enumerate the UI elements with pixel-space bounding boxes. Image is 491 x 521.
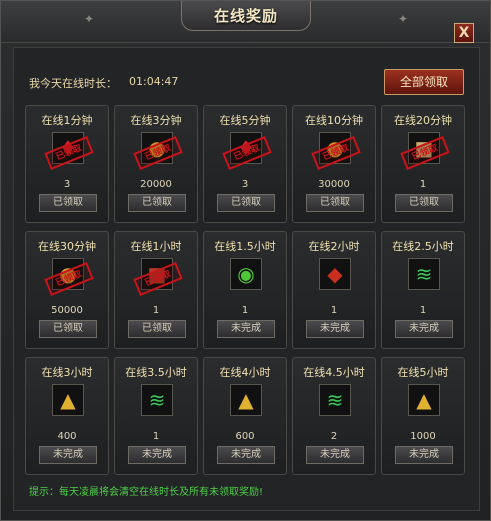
item-quantity: 1 xyxy=(419,179,427,190)
ornament-icon: ✦ xyxy=(397,12,409,26)
reward-status-button[interactable]: 已领取 xyxy=(39,194,97,212)
item-quantity: 50000 xyxy=(51,305,83,316)
green-scroll-icon: ≋ xyxy=(148,388,166,412)
reward-card-title: 在线3.5小时 xyxy=(125,366,187,379)
reward-card: 在线5小时 ▲ 1000 未完成 xyxy=(381,357,465,475)
item-quantity: 1 xyxy=(241,305,249,316)
reward-status-button[interactable]: 已领取 xyxy=(306,194,364,212)
reward-status-button[interactable]: 未完成 xyxy=(128,446,186,464)
reward-card-title: 在线30分钟 xyxy=(38,240,96,253)
item-quantity: 20000 xyxy=(140,179,172,190)
claim-all-button[interactable]: 全部领取 xyxy=(384,69,464,95)
gold-ingot-icon: ▲ xyxy=(238,388,254,412)
reward-card-title: 在线4小时 xyxy=(219,366,271,379)
reward-card-title: 在线3小时 xyxy=(41,366,93,379)
reward-card: 在线3小时 ▲ 400 未完成 xyxy=(25,357,109,475)
reward-card: 在线10分钟 ● 已领取 30000 已领取 xyxy=(292,105,376,223)
reward-status-button[interactable]: 未完成 xyxy=(217,320,275,338)
item-quantity: 3 xyxy=(241,179,249,190)
item-slot[interactable]: ◉ xyxy=(230,258,262,290)
ornament-icon: ✦ xyxy=(83,12,95,26)
online-rewards-window: 在线奖励 ✦ ✦ X 我今天在线时长： 01:04:47 全部领取 在线1分钟 ♦… xyxy=(0,0,491,521)
item-quantity: 1 xyxy=(330,305,338,316)
green-scroll-icon: ≋ xyxy=(415,262,433,286)
reward-status-button[interactable]: 未完成 xyxy=(306,446,364,464)
reward-card-title: 在线5分钟 xyxy=(219,114,271,127)
red-jar-icon: ◆ xyxy=(327,262,343,286)
item-quantity: 1 xyxy=(419,305,427,316)
item-slot[interactable]: ▲ xyxy=(408,384,440,416)
window-title: 在线奖励 xyxy=(181,1,311,31)
reward-card-title: 在线1小时 xyxy=(130,240,182,253)
reward-card: 在线2.5小时 ≋ 1 未完成 xyxy=(381,231,465,349)
reward-card-title: 在线1.5小时 xyxy=(214,240,276,253)
item-slot[interactable]: ◆ xyxy=(319,258,351,290)
reward-card-title: 在线10分钟 xyxy=(305,114,363,127)
reward-status-button[interactable]: 已领取 xyxy=(128,194,186,212)
reward-status-button[interactable]: 未完成 xyxy=(306,320,364,338)
online-time-value: 01:04:47 xyxy=(129,75,179,88)
reward-status-button[interactable]: 已领取 xyxy=(217,194,275,212)
reward-card-title: 在线3分钟 xyxy=(130,114,182,127)
reward-card: 在线3.5小时 ≋ 1 未完成 xyxy=(114,357,198,475)
reward-status-button[interactable]: 已领取 xyxy=(395,194,453,212)
reward-status-button[interactable]: 未完成 xyxy=(39,446,97,464)
reward-card: 在线20分钟 ■ 已领取 1 已领取 xyxy=(381,105,465,223)
item-slot[interactable]: ▲ xyxy=(230,384,262,416)
item-quantity: 400 xyxy=(57,431,77,442)
reward-status-button[interactable]: 未完成 xyxy=(395,446,453,464)
reward-status-button[interactable]: 未完成 xyxy=(395,320,453,338)
reward-status-button[interactable]: 已领取 xyxy=(128,320,186,338)
reward-status-button[interactable]: 已领取 xyxy=(39,320,97,338)
reward-status-button[interactable]: 未完成 xyxy=(217,446,275,464)
item-quantity: 1 xyxy=(152,431,160,442)
title-bar[interactable]: 在线奖励 ✦ ✦ X xyxy=(1,1,490,43)
tip-text: 提示：每天凌晨将会清空在线时长及所有未领取奖励! xyxy=(29,487,264,498)
reward-card-title: 在线20分钟 xyxy=(394,114,452,127)
online-time-label: 我今天在线时长： xyxy=(29,77,117,90)
close-button[interactable]: X xyxy=(454,23,474,43)
reward-card: 在线1.5小时 ◉ 1 未完成 xyxy=(203,231,287,349)
reward-card: 在线30分钟 ● 已领取 50000 已领取 xyxy=(25,231,109,349)
item-quantity: 3 xyxy=(63,179,71,190)
item-slot[interactable]: ≋ xyxy=(141,384,173,416)
reward-card-title: 在线1分钟 xyxy=(41,114,93,127)
reward-card-title: 在线4.5小时 xyxy=(303,366,365,379)
gold-ingot-icon: ▲ xyxy=(60,388,76,412)
item-slot[interactable]: ▲ xyxy=(52,384,84,416)
green-orb-icon: ◉ xyxy=(237,262,255,286)
item-quantity: 30000 xyxy=(318,179,350,190)
item-quantity: 1000 xyxy=(410,431,436,442)
item-quantity: 600 xyxy=(235,431,255,442)
item-slot[interactable]: ≋ xyxy=(408,258,440,290)
reward-card: 在线5分钟 ♦ 已领取 3 已领取 xyxy=(203,105,287,223)
reward-card: 在线4小时 ▲ 600 未完成 xyxy=(203,357,287,475)
reward-card: 在线1分钟 ♦ 已领取 3 已领取 xyxy=(25,105,109,223)
reward-card-title: 在线2小时 xyxy=(308,240,360,253)
item-quantity: 2 xyxy=(330,431,338,442)
reward-card: 在线1小时 ■ 已领取 1 已领取 xyxy=(114,231,198,349)
reward-card: 在线2小时 ◆ 1 未完成 xyxy=(292,231,376,349)
reward-card: 在线3分钟 ● 已领取 20000 已领取 xyxy=(114,105,198,223)
reward-card-title: 在线5小时 xyxy=(397,366,449,379)
reward-card: 在线4.5小时 ≋ 2 未完成 xyxy=(292,357,376,475)
gold-ingot-icon: ▲ xyxy=(416,388,432,412)
item-slot[interactable]: ≋ xyxy=(319,384,351,416)
item-quantity: 1 xyxy=(152,305,160,316)
green-scroll-icon: ≋ xyxy=(326,388,344,412)
reward-card-title: 在线2.5小时 xyxy=(392,240,454,253)
